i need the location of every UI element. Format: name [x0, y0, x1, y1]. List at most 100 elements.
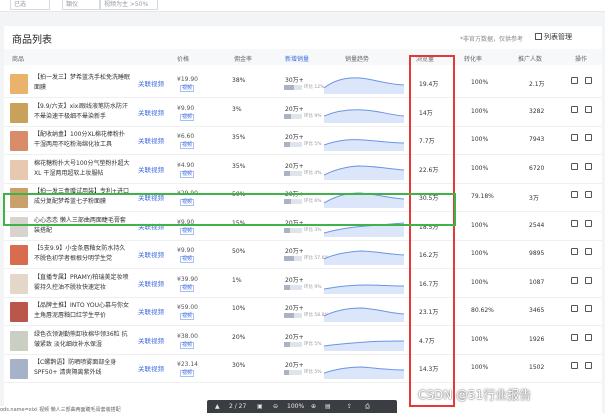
- add-icon[interactable]: [585, 134, 592, 141]
- related-video-link[interactable]: 关联视频: [138, 164, 164, 174]
- add-icon[interactable]: [585, 333, 592, 341]
- add-icon[interactable]: [585, 105, 592, 113]
- conversion-rate: 80.62%: [471, 307, 494, 314]
- detail-icon[interactable]: [571, 305, 578, 312]
- related-video-link[interactable]: 关联视频: [138, 306, 164, 316]
- views-highlight-box: [409, 55, 455, 407]
- table-header: 商品 价格 佣金率 新增销量 销量趋势 浏览量 转化率 推广人数 操作: [4, 49, 602, 65]
- related-video-link[interactable]: 关联视频: [138, 249, 164, 259]
- add-icon[interactable]: [585, 248, 592, 255]
- col-ads[interactable]: 推广人数: [518, 54, 542, 63]
- product-name[interactable]: 棉花糖粉扑大号100分气垫粉扑超大XL 干湿两用超软上妆服帖: [34, 159, 130, 181]
- col-price[interactable]: 价格: [177, 54, 189, 63]
- product-price: ¥19.90: [177, 76, 198, 83]
- detail-icon[interactable]: [571, 276, 578, 284]
- list-manage-button[interactable]: 列表管理: [535, 32, 572, 42]
- product-thumbnail[interactable]: [10, 102, 28, 123]
- price-badge: 视频: [180, 313, 195, 320]
- price-badge: 视频: [180, 341, 195, 349]
- zoom-out-icon[interactable]: ⊖: [273, 403, 278, 410]
- product-thumbnail[interactable]: [10, 302, 28, 322]
- product-thumbnail[interactable]: [10, 159, 28, 180]
- product-thumbnail[interactable]: [10, 245, 28, 265]
- table-row[interactable]: 【配收纳盒】100分XL棉花棒粉扑干湿两用不吃粉海绵化妆工具 关联视频 ¥6.60 视…: [4, 127, 602, 155]
- sales-share-fill: [284, 170, 291, 176]
- sales-trend-sparkline: [324, 139, 404, 151]
- detail-icon[interactable]: [571, 77, 578, 84]
- col-commission[interactable]: 佣金率: [234, 54, 252, 63]
- product-name[interactable]: 【C螺鹊语】防晒喷雾面部全身SPF50+ 清爽隔离紫外线: [34, 358, 130, 380]
- print-icon[interactable]: ⎙: [365, 403, 370, 411]
- add-icon[interactable]: [585, 305, 592, 312]
- add-icon[interactable]: [585, 362, 592, 369]
- filter-category[interactable]: 類仪: [62, 0, 100, 10]
- table-row[interactable]: 【拍一发三】梦希蓝洗手松免洗睡眠面膜 关联视频 ¥19.90 视频 38% 30万+ 环比 …: [4, 70, 602, 98]
- product-name[interactable]: 【9.9/六支】xixi眼线液笔防水防汗不晕染速干极细不晕染新手: [34, 102, 130, 124]
- product-name[interactable]: 绿色衣领谢勤熊卸妆棉华领36粒 抗皱紧致 淡化细纹补水保湿: [34, 330, 130, 352]
- zoom-level: 100%: [287, 403, 305, 410]
- related-video-link[interactable]: 关联视频: [138, 278, 164, 288]
- sales-trend-sparkline: [324, 250, 404, 265]
- product-name[interactable]: 【配收纳盒】100分XL棉花棒粉扑干湿两用不吃粉海绵化妆工具: [34, 130, 130, 152]
- detail-icon[interactable]: [571, 105, 578, 113]
- filter-video-ratio[interactable]: 视频为主 >50%: [100, 0, 158, 10]
- status-text: ods.name=xixi 视频 懒人三部曲两面睫毛膏套装搭配: [0, 406, 150, 413]
- product-thumbnail[interactable]: [10, 273, 28, 294]
- price-badge: 视频: [180, 370, 195, 377]
- add-icon[interactable]: [585, 77, 592, 84]
- product-thumbnail[interactable]: [10, 131, 28, 151]
- zoom-in-icon[interactable]: ⊕: [311, 403, 316, 410]
- add-icon[interactable]: [585, 162, 592, 170]
- add-icon[interactable]: [585, 276, 592, 284]
- table-row[interactable]: 棉花糖粉扑大号100分气垫粉扑超大XL 干湿两用超软上妆服帖 关联视频 ¥4.90 视…: [4, 156, 602, 184]
- price-badge: 视频: [180, 113, 195, 121]
- product-name[interactable]: 【5支9.9】小金条唇釉女防水持久不脱色初学者根根分明学生党: [34, 244, 130, 266]
- detail-icon[interactable]: [571, 134, 578, 141]
- commission-rate: 1%: [232, 276, 242, 284]
- table-row[interactable]: 【9.9/六支】xixi眼线液笔防水防汗不晕染速干极细不晕染新手 关联视频 ¥9.9…: [4, 99, 602, 127]
- add-icon[interactable]: [585, 219, 592, 227]
- row-highlight-box: [3, 193, 456, 226]
- related-video-link[interactable]: 关联视频: [138, 78, 164, 88]
- col-actions: 操作: [575, 56, 588, 63]
- product-thumbnail[interactable]: [10, 330, 28, 351]
- commission-rate: 3%: [232, 105, 242, 113]
- price-badge: 视频: [180, 256, 195, 263]
- table-row[interactable]: 【直播专属】PRAMY/柏瑞美定妆喷雾持久控油不脱妆快速定妆 关联视频 ¥39.90…: [4, 270, 602, 298]
- table-row[interactable]: 【5支9.9】小金条唇釉女防水持久不脱色初学者根根分明学生党 关联视频 ¥9.90 视…: [4, 241, 602, 269]
- related-video-link[interactable]: 关联视频: [138, 335, 164, 345]
- table-row[interactable]: 【品牌主推】INTO YOU心慕与你女主角唇泥唇釉口红学生平价 关联视频 ¥59.0…: [4, 298, 602, 326]
- related-video-link[interactable]: 关联视频: [138, 135, 164, 145]
- page-indicator: 2 / 27: [229, 403, 247, 410]
- related-video-link[interactable]: 关联视频: [138, 363, 164, 373]
- view-mode-icon[interactable]: ▤: [325, 403, 331, 410]
- add-icon[interactable]: [585, 191, 592, 198]
- trend-area: [324, 77, 404, 94]
- col-new-sales[interactable]: 新增销量: [285, 54, 309, 63]
- detail-icon[interactable]: [571, 191, 578, 198]
- promoter-count: 7943: [529, 136, 545, 143]
- product-name[interactable]: 【直播专属】PRAMY/柏瑞美定妆喷雾持久控油不脱妆快速定妆: [34, 273, 130, 295]
- product-thumbnail[interactable]: [10, 359, 28, 379]
- trend-area: [324, 367, 404, 379]
- product-name[interactable]: 【品牌主推】INTO YOU心慕与你女主角唇泥唇釉口红学生平价: [34, 301, 130, 323]
- fit-page-icon[interactable]: ▣: [257, 403, 263, 410]
- detail-icon[interactable]: [571, 362, 578, 369]
- product-name[interactable]: 【拍一发三】梦希蓝洗手松免洗睡眠面膜: [34, 73, 130, 95]
- price-badge: 视频: [180, 170, 195, 178]
- detail-icon[interactable]: [571, 162, 578, 170]
- related-video-link[interactable]: 关联视频: [138, 107, 164, 117]
- prev-page-icon[interactable]: ▲: [215, 403, 220, 410]
- new-sales: 20万+: [285, 362, 304, 369]
- filter-selected[interactable]: 已选: [10, 0, 50, 10]
- col-conversion[interactable]: 转化率: [464, 54, 482, 63]
- table-row[interactable]: 【C螺鹊语】防晒喷雾面部全身SPF50+ 清爽隔离紫外线 关联视频 ¥23.14 视频…: [4, 355, 602, 383]
- table-row[interactable]: 绿色衣领谢勤熊卸妆棉华领36粒 抗皱紧致 淡化细纹补水保湿 关联视频 ¥38.00 视…: [4, 327, 602, 355]
- detail-icon[interactable]: [571, 333, 578, 341]
- share-icon[interactable]: ⇪: [347, 403, 352, 410]
- detail-icon[interactable]: [571, 248, 578, 255]
- product-thumbnail[interactable]: [10, 74, 28, 94]
- detail-icon[interactable]: [571, 219, 578, 227]
- sales-share-fill: [284, 313, 294, 318]
- sales-trend-sparkline: [324, 366, 404, 379]
